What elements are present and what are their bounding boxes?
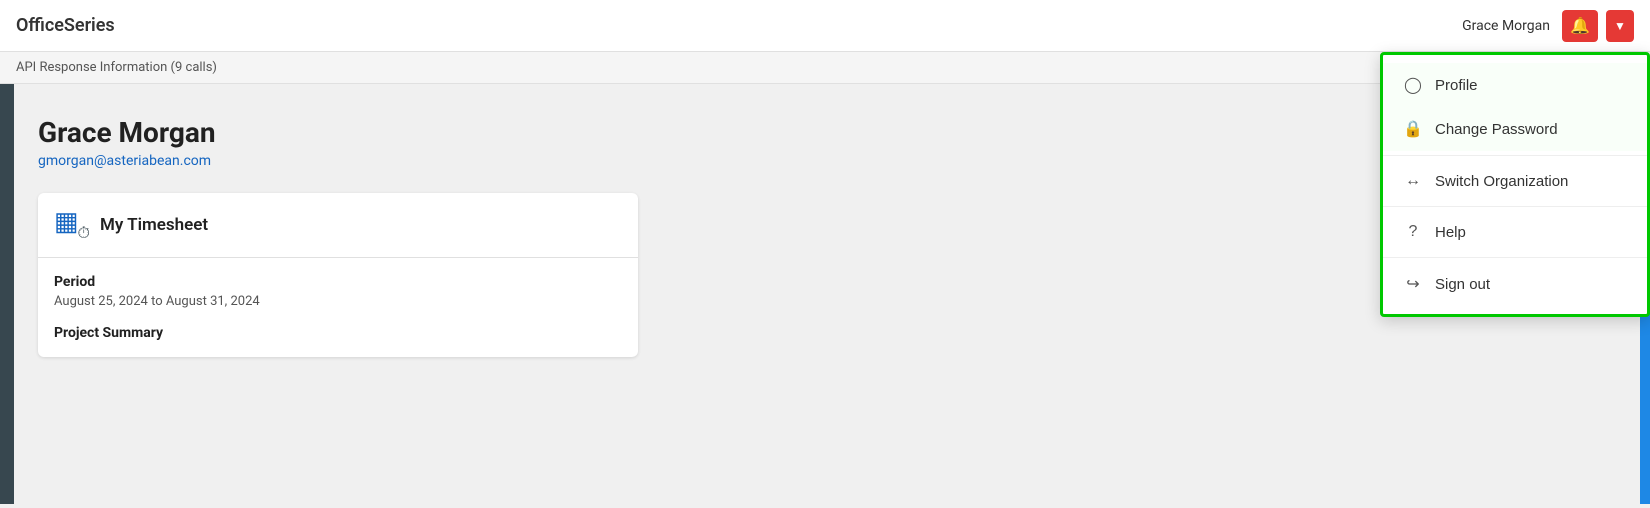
- dropdown-divider-3: [1383, 257, 1647, 258]
- user-dropdown-menu: ◯ Profile 🔒 Change Password ↔ Switch Org…: [1380, 52, 1650, 317]
- dropdown-item-switch-org[interactable]: ↔ Switch Organization: [1383, 160, 1647, 202]
- arrows-icon: ↔: [1403, 172, 1423, 190]
- header-username: Grace Morgan: [1462, 18, 1550, 34]
- period-value: August 25, 2024 to August 31, 2024: [54, 294, 622, 309]
- sidebar: [0, 84, 14, 504]
- dropdown-item-sign-out[interactable]: ↪ Sign out: [1383, 262, 1647, 306]
- timesheet-card: ▦ ⏱ My Timesheet Period August 25, 2024 …: [38, 193, 638, 357]
- exit-icon: ↪: [1403, 274, 1423, 294]
- chevron-down-icon: ▼: [1614, 19, 1626, 33]
- app-logo: OfficeSeries: [16, 15, 115, 36]
- lock-icon: 🔒: [1403, 119, 1423, 139]
- api-info-text: API Response Information (9 calls): [16, 60, 217, 75]
- dropdown-item-change-password-label: Change Password: [1435, 121, 1558, 138]
- project-summary-label: Project Summary: [54, 325, 622, 341]
- grid-icon: ▦: [54, 207, 79, 237]
- header-right: Grace Morgan 🔔 ▼: [1462, 10, 1634, 42]
- dropdown-item-profile-label: Profile: [1435, 77, 1478, 94]
- user-dropdown-button[interactable]: ▼: [1606, 10, 1634, 42]
- timesheet-body: Period August 25, 2024 to August 31, 202…: [38, 258, 638, 357]
- timesheet-card-header: ▦ ⏱ My Timesheet: [38, 193, 638, 258]
- person-icon: ◯: [1403, 75, 1423, 95]
- timesheet-icon-wrap: ▦ ⏱: [54, 207, 90, 243]
- period-label: Period: [54, 274, 622, 290]
- app-header: OfficeSeries Grace Morgan 🔔 ▼ ◯ Profile …: [0, 0, 1650, 52]
- dropdown-item-change-password[interactable]: 🔒 Change Password: [1383, 107, 1647, 151]
- dropdown-item-switch-org-label: Switch Organization: [1435, 173, 1568, 190]
- bell-icon: 🔔: [1570, 16, 1590, 36]
- dropdown-item-help[interactable]: ? Help: [1383, 211, 1647, 253]
- timesheet-title: My Timesheet: [100, 215, 208, 235]
- dropdown-item-sign-out-label: Sign out: [1435, 276, 1490, 293]
- dropdown-item-profile[interactable]: ◯ Profile: [1383, 63, 1647, 107]
- clock-icon: ⏱: [78, 223, 90, 243]
- dropdown-divider-2: [1383, 206, 1647, 207]
- dropdown-divider-1: [1383, 155, 1647, 156]
- question-icon: ?: [1403, 223, 1423, 241]
- dropdown-item-help-label: Help: [1435, 224, 1466, 241]
- notification-button[interactable]: 🔔: [1562, 10, 1598, 42]
